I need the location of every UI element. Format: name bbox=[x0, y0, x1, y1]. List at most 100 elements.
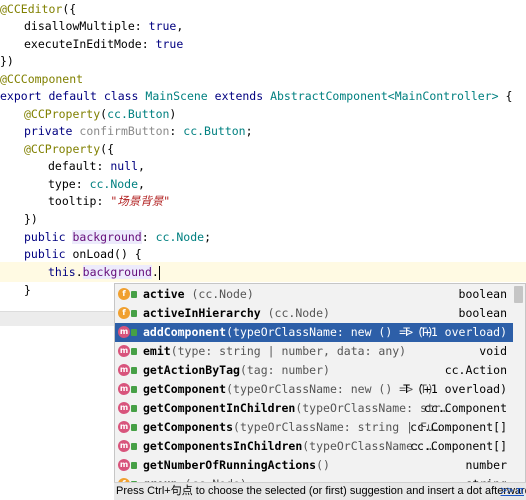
completion-item-name: getNumberOfRunningActions() bbox=[143, 456, 330, 475]
code-text: : bbox=[141, 37, 156, 51]
code-line-13: }) bbox=[24, 212, 38, 226]
member-name: addComponent bbox=[143, 325, 227, 339]
member-return-type: boolean bbox=[458, 306, 507, 320]
code-line-2: disallowMultiple: true, bbox=[24, 17, 183, 35]
code-text: ({ bbox=[100, 142, 115, 156]
member-name: emit bbox=[143, 344, 171, 358]
type-name: cc.Button bbox=[183, 124, 246, 138]
completion-item[interactable]: f activeInHierarchy (cc.Node) boolean bbox=[115, 304, 513, 323]
member-return-type: number bbox=[465, 458, 507, 472]
member-signature: (cc.Node) bbox=[184, 287, 254, 301]
completion-item[interactable]: m emit(type: string | number, data: any) v… bbox=[115, 342, 513, 361]
completion-item-name: getComponentInChildren(typeOrClassName: … bbox=[143, 399, 448, 418]
public-access-icon bbox=[131, 329, 137, 336]
code-line-8: private confirmButton: cc.Button; bbox=[24, 122, 253, 140]
public-access-icon bbox=[131, 462, 137, 469]
property-name: background bbox=[72, 230, 142, 244]
code-line-5: @CCComponent bbox=[0, 70, 83, 88]
member-signature: (type: string | number, data: any) bbox=[170, 344, 407, 358]
method-icon: m bbox=[118, 440, 130, 452]
member-signature: (cc.Node) bbox=[260, 306, 330, 320]
decorator: @CCComponent bbox=[0, 72, 84, 86]
member-return-type: T (+1 overload) bbox=[403, 325, 507, 339]
generic-type: <MainController> bbox=[387, 89, 499, 103]
horizontal-scrollbar[interactable] bbox=[0, 311, 114, 326]
code-line-11: type: cc.Node, bbox=[48, 175, 145, 193]
member-name: getComponentsInChildren bbox=[143, 439, 303, 453]
completion-item[interactable]: f active (cc.Node) boolean bbox=[115, 285, 513, 304]
completion-item-name: getActionByTag(tag: number) bbox=[143, 361, 330, 380]
completion-item-name: addComponent(typeOrClassName: new () => … bbox=[143, 323, 434, 342]
method-name: onLoad bbox=[72, 247, 115, 261]
code-text: : bbox=[96, 194, 111, 208]
code-text: : bbox=[134, 19, 149, 33]
member-signature: () bbox=[316, 458, 330, 472]
decorator: @CCProperty bbox=[24, 142, 101, 156]
code-keyword: extends bbox=[214, 89, 264, 103]
code-keyword: public bbox=[24, 247, 66, 261]
property-name: confirmButton bbox=[79, 124, 170, 138]
public-access-icon bbox=[131, 424, 137, 431]
more-options-link[interactable]: >> π bbox=[501, 483, 525, 500]
member-name: getNumberOfRunningActions bbox=[143, 458, 317, 472]
field-icon: f bbox=[118, 307, 130, 319]
completion-item[interactable]: m addComponent(typeOrClassName: new () =>… bbox=[115, 323, 513, 342]
code-text: , bbox=[138, 177, 145, 191]
code-text: default bbox=[48, 159, 97, 173]
completion-popup[interactable]: f active (cc.Node) boolean f activeInHierarc… bbox=[114, 283, 526, 500]
completion-hint-text: Press Ctrl+句点 to choose the selected (or… bbox=[116, 485, 526, 497]
member-name: getActionByTag bbox=[143, 363, 240, 377]
member-return-type: void bbox=[479, 344, 507, 358]
completion-item[interactable]: m getComponents(typeOrClassName: string |… bbox=[115, 418, 513, 437]
field-icon: f bbox=[118, 288, 130, 300]
code-text: ({ bbox=[62, 2, 77, 16]
code-keyword: true bbox=[155, 37, 184, 51]
type-name: cc.Node bbox=[89, 177, 139, 191]
code-text: : bbox=[96, 159, 111, 173]
class-name: MainScene bbox=[145, 89, 208, 103]
member-name: getComponent bbox=[143, 382, 227, 396]
method-icon: m bbox=[118, 402, 130, 414]
completion-item[interactable]: m getNumberOfRunningActions() number bbox=[115, 456, 513, 475]
member-return-type: cc.Action bbox=[444, 363, 507, 377]
method-icon: m bbox=[118, 326, 130, 338]
member-name: active bbox=[143, 287, 185, 301]
method-icon: m bbox=[118, 345, 130, 357]
completion-item-name: getComponents(typeOrClassName: string | … bbox=[143, 418, 441, 437]
completion-scrollbar-thumb[interactable] bbox=[514, 286, 523, 303]
code-line-4: }) bbox=[0, 54, 14, 68]
code-text: { bbox=[498, 89, 513, 103]
completion-item-name: getComponent(typeOrClassName: new () => … bbox=[143, 380, 434, 399]
code-line-1: @CCEditor({ bbox=[0, 0, 76, 18]
code-keyword: true bbox=[148, 19, 177, 33]
code-text: : bbox=[169, 124, 184, 138]
completion-status-bar: Press Ctrl+句点 to choose the selected (or… bbox=[114, 482, 526, 500]
code-text: : bbox=[75, 177, 90, 191]
code-line-12: tooltip: "场景背景" bbox=[48, 192, 170, 210]
code-text: executeInEditMode bbox=[24, 37, 142, 51]
completion-item-name: active (cc.Node) bbox=[143, 285, 254, 304]
decorator: @CCProperty bbox=[24, 107, 101, 121]
member-name: getComponentInChildren bbox=[143, 401, 296, 415]
completion-item[interactable]: m getComponent(typeOrClassName: new () =>… bbox=[115, 380, 513, 399]
method-icon: m bbox=[118, 364, 130, 376]
completion-item[interactable]: m getActionByTag(tag: number) cc.Action bbox=[115, 361, 513, 380]
code-line-16[interactable]: this.background. bbox=[48, 263, 160, 281]
property-name: background bbox=[82, 265, 152, 279]
completion-item[interactable]: m getComponentInChildren(typeOrClassName:… bbox=[115, 399, 513, 418]
code-line-3: executeInEditMode: true bbox=[24, 35, 183, 53]
code-text: ; bbox=[204, 230, 211, 244]
member-return-type: T (+1 overload) bbox=[403, 382, 507, 396]
base-class-name: AbstractComponent bbox=[270, 89, 388, 103]
member-return-type: cc.Component bbox=[423, 401, 507, 415]
decorator: @CCEditor bbox=[0, 2, 63, 16]
completion-item[interactable]: m getComponentsInChildren(typeOrClassName… bbox=[115, 437, 513, 456]
string-literal: "场景背景" bbox=[110, 194, 171, 208]
method-icon: m bbox=[118, 383, 130, 395]
code-keyword: private bbox=[24, 124, 73, 138]
type-name: cc.Node bbox=[155, 230, 205, 244]
member-signature: (tag: number) bbox=[239, 363, 330, 377]
completion-item-name: getComponentsInChildren(typeOrClassName:… bbox=[143, 437, 434, 456]
code-line-15: public onLoad() { bbox=[24, 245, 142, 263]
code-line-6: export default class MainScene extends A… bbox=[0, 87, 512, 105]
